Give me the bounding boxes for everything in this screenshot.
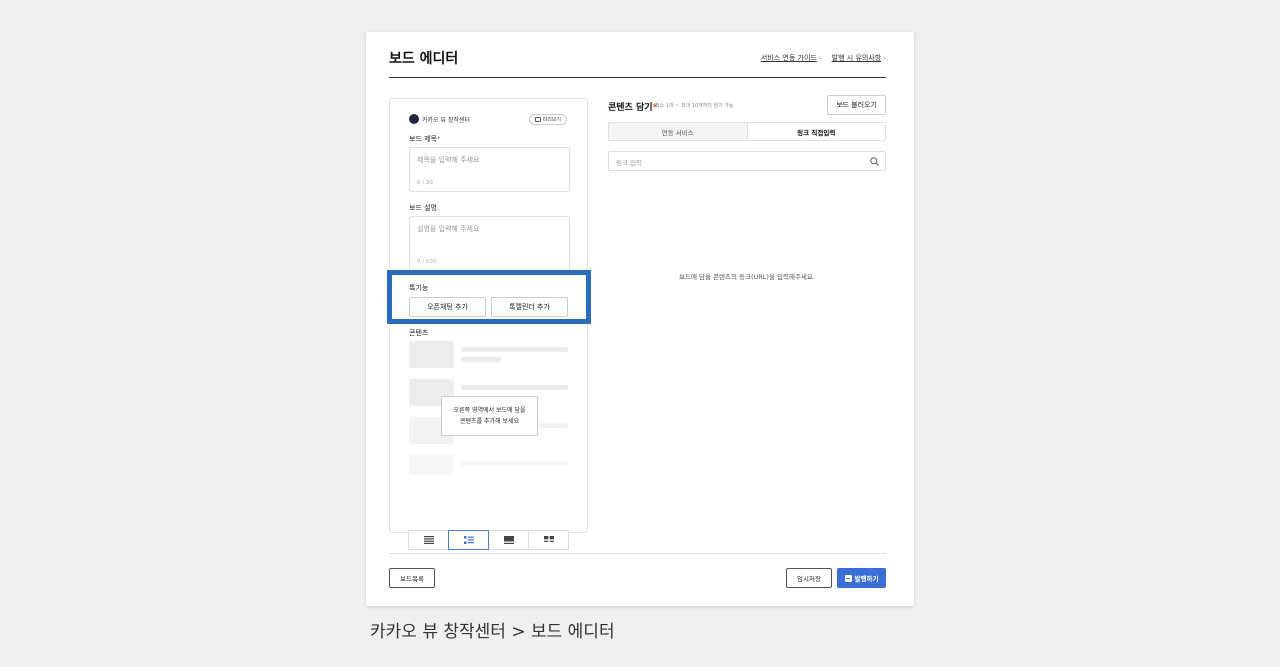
publish-button[interactable]: 발행하기: [837, 568, 886, 588]
layout-thumb-list-button[interactable]: [448, 530, 489, 550]
contents-label: 콘텐츠: [409, 329, 429, 337]
board-desc-input[interactable]: 설명을 입력해 주세요 0 / 100: [409, 216, 570, 271]
board-desc-label: 보드 설명: [409, 204, 437, 212]
chevron-right-icon: ›: [883, 54, 886, 62]
add-tok-calendar-button[interactable]: 톡캘린더 추가: [491, 297, 568, 317]
tok-feature-label: 톡기능: [409, 284, 429, 292]
board-list-button[interactable]: 보드목록: [389, 568, 435, 588]
tooltip-line: 오른쪽 영역에서 보드에 담을: [453, 407, 526, 414]
skeleton-line: [461, 357, 501, 362]
header-divider: [389, 77, 886, 78]
publish-label: 발행하기: [854, 575, 879, 583]
layout-list-button[interactable]: [408, 530, 449, 550]
skeleton-line: [461, 347, 568, 352]
add-open-chat-button[interactable]: 오픈채팅 추가: [409, 297, 486, 317]
preview-button[interactable]: 미리보기: [528, 114, 567, 125]
board-title-count: 0 / 30: [417, 180, 433, 186]
search-icon[interactable]: [870, 157, 879, 166]
layout-grid-button[interactable]: [528, 530, 569, 550]
list-lines-icon: [423, 536, 434, 544]
board-desc-placeholder: 설명을 입력해 주세요: [417, 225, 480, 233]
footer-divider: [389, 553, 886, 554]
content-tabs: 연동 서비스 링크 직접입력: [608, 122, 886, 141]
brand: 카카오 뷰 창작센터: [409, 114, 470, 124]
brand-logo-icon: [409, 114, 419, 124]
skeleton-line: [461, 385, 568, 390]
add-content-tooltip: 오른쪽 영역에서 보드에 담을 콘텐츠를 추가해 보세요: [441, 396, 538, 436]
tooltip-line: 콘텐츠를 추가해 보세요: [459, 418, 519, 425]
link-input-placeholder: 링크 입력: [616, 159, 642, 167]
board-editor-card: 보드 에디터 서비스 연동 가이드 › 발행 시 유의사항 › 카카오 뷰 창작센터…: [366, 32, 914, 606]
caption: 카카오 뷰 창작센터 > 보드 에디터: [370, 622, 615, 642]
content-limit-hint: 최소 1개 ~ 최대 10개까지 담기 가능: [655, 103, 734, 109]
empty-content-message: 보드에 담을 콘텐츠의 링크(URL)을 입력해주세요.: [679, 273, 815, 281]
load-board-button[interactable]: 보드 불러오기: [827, 95, 886, 115]
chevron-right-icon: ›: [818, 54, 822, 62]
brand-name: 카카오 뷰 창작센터: [422, 116, 470, 124]
skeleton-line: [461, 461, 568, 466]
layout-switch: [408, 530, 569, 550]
list-bullet-icon: [463, 536, 474, 544]
link-input[interactable]: 링크 입력: [608, 151, 886, 171]
publish-notice-link[interactable]: 발행 시 유의사항 ›: [832, 53, 886, 63]
tab-linked-service[interactable]: 연동 서비스: [608, 122, 748, 141]
board-title-input[interactable]: 제목을 입력해 주세요 0 / 30: [409, 147, 570, 192]
temp-save-button[interactable]: 임시저장: [786, 568, 832, 588]
board-title-label: 보드 제목*: [409, 135, 441, 143]
publish-icon: [844, 574, 852, 582]
service-guide-link[interactable]: 서비스 연동 가이드 ›: [761, 53, 822, 63]
tab-direct-link[interactable]: 링크 직접입력: [747, 122, 886, 141]
content-panel-title: 콘텐츠 담기*: [608, 103, 658, 113]
grid-icon: [543, 536, 554, 542]
header-links: 서비스 연동 가이드 › 발행 시 유의사항 ›: [761, 53, 886, 63]
board-title-placeholder: 제목을 입력해 주세요: [417, 156, 480, 164]
layout-card-button[interactable]: [488, 530, 529, 550]
page-title: 보드 에디터: [389, 51, 459, 67]
skeleton-thumb: [409, 455, 454, 475]
monitor-icon: [534, 117, 541, 122]
skeleton-thumb: [409, 341, 454, 368]
preview-label: 미리보기: [542, 117, 561, 123]
card-icon: [503, 536, 514, 544]
board-desc-count: 0 / 100: [417, 259, 437, 265]
